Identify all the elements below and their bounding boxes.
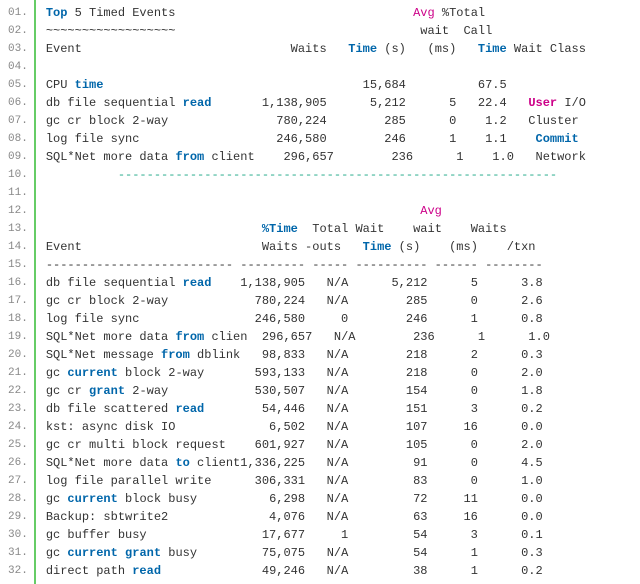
code-line: SQL*Net more data from client 296,657 23… bbox=[46, 148, 640, 166]
line-number: 08. bbox=[8, 130, 28, 148]
code-line: log file parallel write 306,331 N/A 83 0… bbox=[46, 472, 640, 490]
code-line: Event Waits -outs Time (s) (ms) /txn bbox=[46, 238, 640, 256]
line-number: 22. bbox=[8, 382, 28, 400]
code-line: Event Waits Time (s) (ms) Time Wait Clas… bbox=[46, 40, 640, 58]
code-line: log file sync 246,580 246 1 1.1 Commit bbox=[46, 130, 640, 148]
code-line: ----------------------------------------… bbox=[46, 166, 640, 184]
code-line: db file sequential read 1,138,905 5,212 … bbox=[46, 94, 640, 112]
code-line: db file scattered read 54,446 N/A 151 3 … bbox=[46, 400, 640, 418]
line-number: 06. bbox=[8, 94, 28, 112]
code-line: gc cr multi block request 601,927 N/A 10… bbox=[46, 436, 640, 454]
code-line: gc current block busy 6,298 N/A 72 11 0.… bbox=[46, 490, 640, 508]
line-number: 17. bbox=[8, 292, 28, 310]
line-number: 31. bbox=[8, 544, 28, 562]
code-line: Backup: sbtwrite2 4,076 N/A 63 16 0.0 bbox=[46, 508, 640, 526]
code-line: db file sequential read 1,138,905 N/A 5,… bbox=[46, 274, 640, 292]
code-line: log file sync 246,580 0 246 1 0.8 bbox=[46, 310, 640, 328]
line-number: 16. bbox=[8, 274, 28, 292]
code-line: SQL*Net message from dblink 98,833 N/A 2… bbox=[46, 346, 640, 364]
line-number: 09. bbox=[8, 148, 28, 166]
line-number: 30. bbox=[8, 526, 28, 544]
line-number: 01. bbox=[8, 4, 28, 22]
line-number: 23. bbox=[8, 400, 28, 418]
code-line: %Time Total Wait wait Waits bbox=[46, 220, 640, 238]
line-number: 02. bbox=[8, 22, 28, 40]
code-line: gc cr grant 2-way 530,507 N/A 154 0 1.8 bbox=[46, 382, 640, 400]
code-line bbox=[46, 58, 640, 76]
line-number: 20. bbox=[8, 346, 28, 364]
code-line: gc cr block 2-way 780,224 N/A 285 0 2.6 bbox=[46, 292, 640, 310]
code-listing: 01.02.03.04.05.06.07.08.09.10.11.12.13.1… bbox=[0, 0, 640, 584]
code-line: Top 5 Timed Events Avg %Total bbox=[46, 4, 640, 22]
code-content: Top 5 Timed Events Avg %Total~~~~~~~~~~~… bbox=[36, 0, 640, 584]
code-line: kst: async disk IO 6,502 N/A 107 16 0.0 bbox=[46, 418, 640, 436]
code-line: SQL*Net more data from clien 296,657 N/A… bbox=[46, 328, 640, 346]
code-line: gc buffer busy 17,677 1 54 3 0.1 bbox=[46, 526, 640, 544]
code-line bbox=[46, 184, 640, 202]
line-number: 24. bbox=[8, 418, 28, 436]
code-line: direct path read 49,246 N/A 38 1 0.2 bbox=[46, 562, 640, 580]
code-line: SQL*Net more data to client1,336,225 N/A… bbox=[46, 454, 640, 472]
line-number: 10. bbox=[8, 166, 28, 184]
line-number: 07. bbox=[8, 112, 28, 130]
code-line: gc cr block 2-way 780,224 285 0 1.2 Clus… bbox=[46, 112, 640, 130]
line-number: 26. bbox=[8, 454, 28, 472]
line-number: 18. bbox=[8, 310, 28, 328]
code-line: ~~~~~~~~~~~~~~~~~~ wait Call bbox=[46, 22, 640, 40]
code-line: gc current block 2-way 593,133 N/A 218 0… bbox=[46, 364, 640, 382]
line-number-gutter: 01.02.03.04.05.06.07.08.09.10.11.12.13.1… bbox=[0, 0, 36, 584]
line-number: 32. bbox=[8, 562, 28, 580]
line-number: 28. bbox=[8, 490, 28, 508]
line-number: 04. bbox=[8, 58, 28, 76]
line-number: 14. bbox=[8, 238, 28, 256]
line-number: 13. bbox=[8, 220, 28, 238]
line-number: 21. bbox=[8, 364, 28, 382]
line-number: 11. bbox=[8, 184, 28, 202]
line-number: 12. bbox=[8, 202, 28, 220]
code-line: gc current grant busy 75,075 N/A 54 1 0.… bbox=[46, 544, 640, 562]
code-line: Avg bbox=[46, 202, 640, 220]
line-number: 27. bbox=[8, 472, 28, 490]
line-number: 29. bbox=[8, 508, 28, 526]
line-number: 05. bbox=[8, 76, 28, 94]
code-line: CPU time 15,684 67.5 bbox=[46, 76, 640, 94]
line-number: 15. bbox=[8, 256, 28, 274]
line-number: 19. bbox=[8, 328, 28, 346]
line-number: 25. bbox=[8, 436, 28, 454]
line-number: 03. bbox=[8, 40, 28, 58]
code-line: -------------------------- --------- ---… bbox=[46, 256, 640, 274]
